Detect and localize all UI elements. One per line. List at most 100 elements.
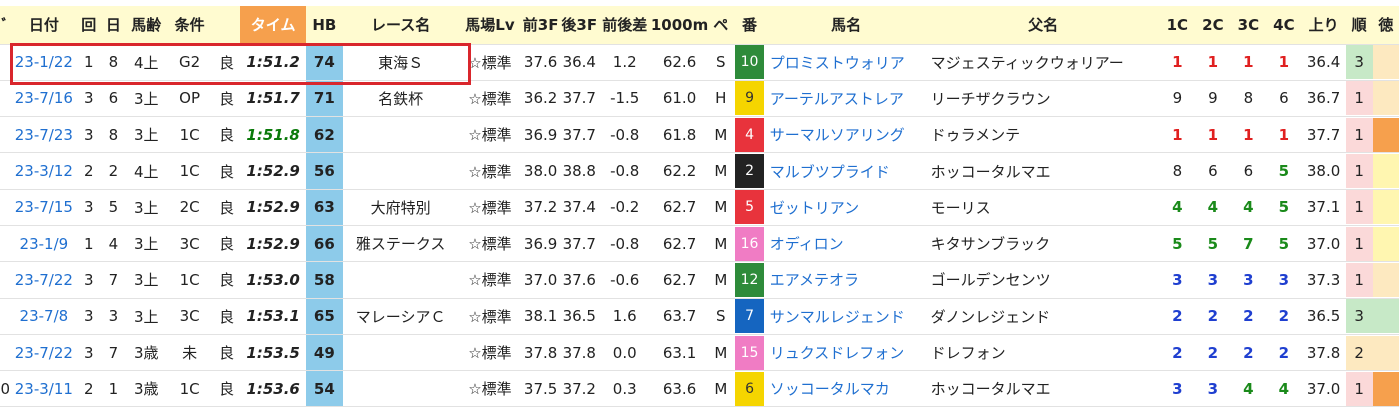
rank-cell: 1 (1345, 370, 1373, 408)
row-edge-swatch (1372, 335, 1399, 370)
row-edge (0, 44, 11, 81)
pace-cell: M (708, 370, 734, 408)
race-date-link[interactable]: 23-7/22 (10, 261, 78, 299)
horse-name-link[interactable]: マルブツプライド (765, 152, 927, 190)
header-baba[interactable]: 馬場Lv (458, 6, 522, 45)
horse-name-link[interactable]: サンマルレジェンド (765, 298, 927, 335)
table-row[interactable]: 23-3/12 2 2 4上 1C 良 1:52.9 56 ☆標準 38.0 38.8 -0.8 62.… (0, 152, 1399, 190)
f3-cell: 37.5 (521, 370, 560, 408)
horse-name-link[interactable]: エアメテオラ (765, 261, 927, 299)
kai-cell: 3 (77, 261, 101, 299)
header-kai[interactable]: 回 (77, 6, 101, 45)
header-1000m[interactable]: 1000m (650, 6, 709, 45)
race-date-link[interactable]: 23-7/23 (10, 116, 78, 154)
race-date-link[interactable]: 23-1/9 (10, 225, 78, 263)
day-cell: 8 (100, 116, 127, 154)
header-cond[interactable]: 条件 (166, 6, 214, 45)
race-date-link[interactable]: 23-1/22 (10, 44, 78, 81)
header-edge-left: ﾞ (0, 6, 11, 45)
header-time[interactable]: タイム (240, 6, 307, 45)
race-date-link[interactable]: 23-7/15 (10, 189, 78, 226)
table-row[interactable]: 23-1/9 1 4 3上 3C 良 1:52.9 66 雅ステークス ☆標準 36.9 37.7 -0… (0, 225, 1399, 263)
age-cell: 3上 (126, 261, 167, 299)
pace-cell: M (708, 152, 734, 190)
header-sire[interactable]: 父名 (926, 6, 1160, 45)
header-c3[interactable]: 3C (1230, 6, 1267, 45)
header-date[interactable]: 日付 (10, 6, 78, 45)
horse-name-link[interactable]: ソッコータルマカ (765, 370, 927, 408)
header-race[interactable]: レース名 (342, 6, 459, 45)
race-date-link[interactable]: 23-3/12 (10, 152, 78, 190)
table-row[interactable]: 0 23-3/11 2 1 3歳 1C 良 1:53.6 54 ☆標準 37.5 37.2 0.3 63.… (0, 370, 1399, 408)
header-hb[interactable]: HB (306, 6, 343, 45)
rank-value: 1 (1345, 371, 1373, 406)
race-name-cell (342, 334, 459, 372)
rank-cell: 2 (1345, 334, 1373, 372)
baba-cell: ☆標準 (458, 116, 522, 154)
header-pace[interactable]: ペ (708, 6, 734, 45)
table-row[interactable]: 23-7/16 3 6 3上 OP 良 1:51.7 71 名鉄杯 ☆標準 36.2 37.7 -1.5… (0, 80, 1399, 118)
race-date-link[interactable]: 23-7/22 (10, 334, 78, 372)
time-cell: 1:53.1 (240, 298, 307, 335)
race-date-link[interactable]: 23-3/11 (10, 370, 78, 408)
corner3-cell: 1 (1230, 44, 1267, 81)
race-name-cell (342, 261, 459, 299)
baba-cell: ☆標準 (458, 298, 522, 335)
race-name-cell: マレーシアＣ (342, 298, 459, 335)
table-row[interactable]: 23-7/15 3 5 3上 2C 良 1:52.9 63 大府特別 ☆標準 37.2 37.4 -0.… (0, 189, 1399, 226)
corner2-cell: 5 (1195, 225, 1231, 263)
rank-cell: 1 (1345, 189, 1373, 226)
hb-cell: 63 (306, 189, 343, 226)
table-row[interactable]: 23-7/8 3 3 3上 3C 良 1:53.1 65 マレーシアＣ ☆標準 38.1 36.5 1.… (0, 298, 1399, 335)
cond-cell: 3C (166, 225, 214, 263)
rank-value: 1 (1345, 190, 1373, 225)
horse-name-link[interactable]: プロミストウォリア (765, 44, 927, 81)
row-edge (0, 152, 11, 190)
header-f3[interactable]: 前3F (521, 6, 560, 45)
corner3-cell: 1 (1230, 116, 1267, 154)
baba-cell: ☆標準 (458, 80, 522, 118)
rank-cell: 1 (1345, 152, 1373, 190)
horse-name-link[interactable]: リュクスドレフォン (765, 334, 927, 372)
pace-cell: M (708, 334, 734, 372)
horse-name-link[interactable]: オディロン (765, 225, 927, 263)
horse-name-link[interactable]: サーマルソアリング (765, 116, 927, 154)
hb-cell: 65 (306, 298, 343, 335)
horse-name-link[interactable]: ゼットリアン (765, 189, 927, 226)
row-edge-right (1372, 225, 1399, 263)
table-row[interactable]: 23-1/22 1 8 4上 G2 良 1:51.2 74 東海Ｓ ☆標準 37.6 36.4 1.2 6… (0, 44, 1399, 81)
horse-number-badge: 7 (735, 299, 764, 334)
header-l3[interactable]: 後3F (559, 6, 599, 45)
header-edge-right: 徳 (1372, 6, 1399, 45)
header-diff[interactable]: 前後差 (598, 6, 651, 45)
age-cell: 3歳 (126, 370, 167, 408)
row-edge-swatch (1372, 299, 1399, 334)
diff-cell: -0.8 (598, 152, 651, 190)
header-ban[interactable]: 番 (733, 6, 766, 45)
day-cell: 7 (100, 261, 127, 299)
header-age[interactable]: 馬齢 (126, 6, 167, 45)
day-cell: 7 (100, 334, 127, 372)
header-c1[interactable]: 1C (1159, 6, 1196, 45)
time-cell: 1:53.5 (240, 334, 307, 372)
corner1-cell: 1 (1159, 44, 1196, 81)
hb-cell: 66 (306, 225, 343, 263)
header-day[interactable]: 日 (100, 6, 127, 45)
header-agari[interactable]: 上り (1301, 6, 1346, 45)
header-c2[interactable]: 2C (1195, 6, 1231, 45)
table-row[interactable]: 23-7/22 3 7 3歳未良 1:53.5 49 ☆標準 37.8 37.8 0.0 63.1 M… (0, 334, 1399, 372)
l3-cell: 37.4 (559, 189, 599, 226)
time-cell: 1:51.7 (240, 80, 307, 118)
table-row[interactable]: 23-7/23 3 8 3上 1C 良 1:51.8 62 ☆標準 36.9 37.7 -0.8 61.… (0, 116, 1399, 154)
table-row[interactable]: 23-7/22 3 7 3上 1C 良 1:53.0 58 ☆標準 37.0 37.6 -0.6 62.… (0, 261, 1399, 299)
corner1-cell: 9 (1159, 80, 1196, 118)
rank-cell: 3 (1345, 44, 1373, 81)
header-horse[interactable]: 馬名 (765, 6, 927, 45)
race-date-link[interactable]: 23-7/16 (10, 80, 78, 118)
horse-name-link[interactable]: アーテルアストレア (765, 80, 927, 118)
corner1-cell: 4 (1159, 189, 1196, 226)
agari-cell: 37.1 (1301, 189, 1346, 226)
header-rank[interactable]: 順 (1345, 6, 1373, 45)
header-c4[interactable]: 4C (1266, 6, 1302, 45)
race-date-link[interactable]: 23-7/8 (10, 298, 78, 335)
